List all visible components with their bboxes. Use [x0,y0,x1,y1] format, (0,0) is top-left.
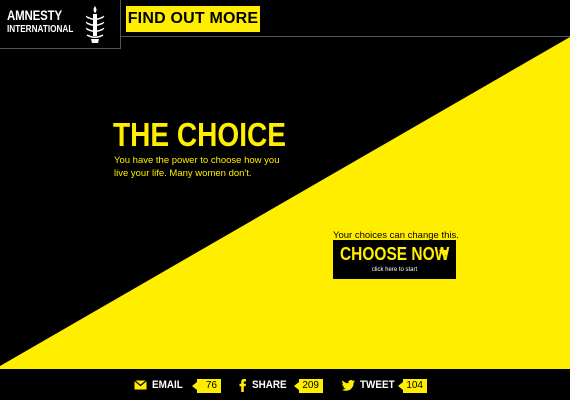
facebook-share-label: SHARE [252,379,287,391]
find-out-more-button[interactable]: FIND OUT MORE > [126,6,260,53]
choose-now-label: CHOOSE NOW [340,244,450,264]
share-footer: EMAIL 76 SHARE 209 TWEET 104 [0,369,570,400]
triangle-down-icon [439,250,449,257]
hero-subtitle: You have the power to choose how you liv… [114,155,280,179]
brand-line-1: AMNESTY [7,7,62,23]
twitter-count-badge: 104 [398,379,427,393]
twitter-share-button[interactable]: TWEET [341,377,399,393]
email-share-button[interactable]: EMAIL [134,377,186,393]
yellow-diagonal-panel [0,37,570,369]
page-title: THE CHOICE [113,116,286,153]
twitter-bird-icon [341,379,355,391]
page-stage: AMNESTY INTERNATIONAL FIND OUT MORE > TH… [0,0,570,400]
email-share-label: EMAIL [152,379,183,391]
choose-now-button[interactable]: CHOOSE NOW click here to start [333,240,456,279]
facebook-count-badge: 209 [294,379,323,393]
facebook-icon [239,378,246,392]
brand-line-2: INTERNATIONAL [7,24,74,35]
choose-now-sublabel: click here to start [371,267,418,273]
brand-wordmark: AMNESTY INTERNATIONAL [7,8,88,35]
envelope-icon [134,380,147,390]
candle-in-barbed-wire-icon [85,6,105,43]
brand-logo[interactable]: AMNESTY INTERNATIONAL [0,0,121,49]
email-count-badge: 76 [192,379,221,393]
facebook-share-button[interactable]: SHARE [238,377,291,393]
twitter-share-label: TWEET [360,379,395,391]
